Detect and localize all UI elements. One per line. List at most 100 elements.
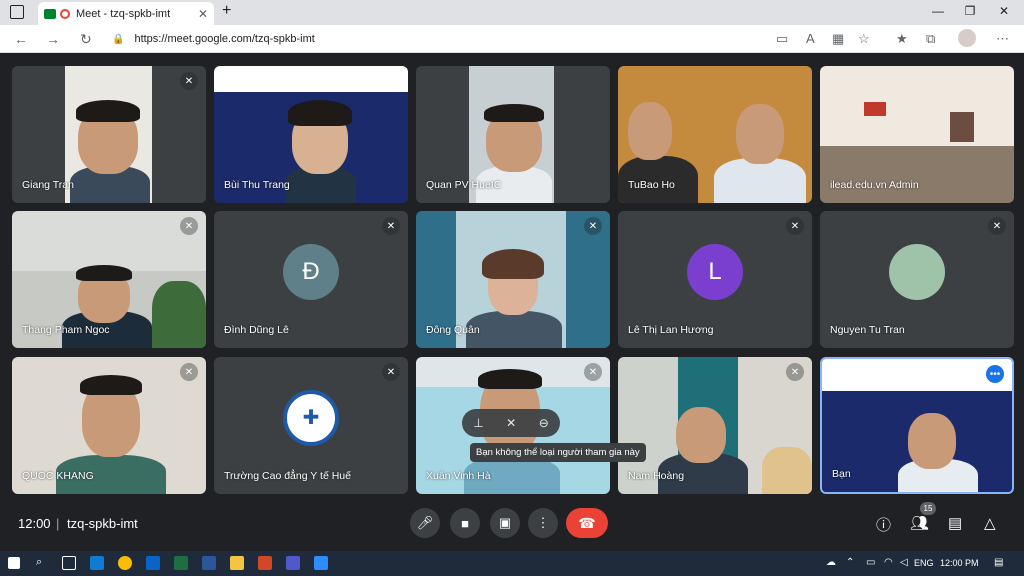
participant-count-badge: 15	[920, 502, 936, 515]
excel-icon[interactable]	[174, 556, 188, 570]
collections-icon[interactable]: ⧉	[926, 31, 935, 47]
activities-icon[interactable]: △	[984, 514, 996, 532]
meeting-info-icon[interactable]: ⓘ	[876, 514, 891, 535]
participant-name: TuBao Ho	[628, 179, 675, 191]
address-bar: ← → ↻ 🔒 https://meet.google.com/tzq-spkb…	[0, 25, 1024, 53]
tile-hover-controls: ⊥ ✕ ⊖	[462, 409, 560, 437]
mic-off-icon: ✕	[584, 217, 602, 235]
participant-name: Nam Hoàng	[628, 470, 685, 482]
minimize-icon[interactable]: —	[924, 4, 952, 18]
more-menu-icon[interactable]: ⋯	[996, 31, 1009, 47]
participant-tile[interactable]: ✕ Nam Hoàng	[618, 357, 812, 494]
participant-name: Giang Tran	[22, 179, 74, 191]
participant-tile[interactable]: ✕ QUOC KHANG	[12, 357, 206, 494]
lock-icon: 🔒	[112, 33, 125, 45]
tooltip: Bạn không thể loại người tham gia này	[470, 443, 646, 462]
participant-name: ilead.edu.vn Admin	[830, 179, 919, 191]
taskbar-clock[interactable]: 12:00 PM	[940, 558, 979, 568]
profile-avatar[interactable]	[958, 29, 976, 47]
task-view-icon[interactable]	[62, 556, 76, 570]
meeting-code: tzq-spkb-imt	[67, 516, 138, 531]
more-options-button[interactable]: ⋮	[528, 508, 558, 538]
chrome-icon[interactable]	[118, 556, 132, 570]
present-button[interactable]: ▣	[490, 508, 520, 538]
participant-tile[interactable]: L ✕ Lê Thị Lan Hương	[618, 211, 812, 348]
participant-tile[interactable]: Bùi Thu Trang	[214, 66, 408, 203]
teams-icon[interactable]	[286, 556, 300, 570]
more-options-icon[interactable]: •••	[986, 365, 1004, 383]
edge-icon[interactable]	[90, 556, 104, 570]
participant-tile[interactable]: ✕ Thang Pham Ngoc	[12, 211, 206, 348]
pin-icon[interactable]: ⊥	[473, 416, 483, 430]
close-window-icon[interactable]: ✕	[990, 4, 1018, 18]
participant-avatar: Đ	[283, 243, 339, 300]
leave-call-button[interactable]: ☎	[566, 508, 608, 538]
qr-icon[interactable]: ▦	[832, 31, 844, 47]
record-icon	[60, 8, 70, 19]
microphone-button[interactable]: 🎤︎	[410, 508, 440, 538]
new-tab-icon[interactable]: +	[222, 2, 231, 20]
read-aloud-icon[interactable]: A	[806, 31, 815, 46]
back-icon[interactable]: ←	[14, 31, 28, 47]
wifi-icon[interactable]: ◠	[884, 557, 893, 568]
chat-icon[interactable]: ▤	[948, 514, 962, 532]
camera-icon[interactable]: ▭	[776, 31, 788, 47]
mic-off-icon: ✕	[584, 363, 602, 381]
meeting-grid: ✕ Giang Tran Bùi Thu Trang Quan PV HueIC…	[0, 53, 1024, 551]
remove-participant-icon[interactable]: ⊖	[539, 416, 549, 430]
forward-icon[interactable]: →	[46, 31, 60, 47]
mic-off-icon: ✕	[180, 217, 198, 235]
participant-name: Nguyen Tu Tran	[830, 324, 905, 336]
participant-tile[interactable]: ilead.edu.vn Admin	[820, 66, 1014, 203]
outlook-icon[interactable]	[146, 556, 160, 570]
meet-favicon-icon	[44, 8, 56, 19]
mute-participant-icon[interactable]: ✕	[506, 416, 516, 430]
url-field[interactable]: 🔒 https://meet.google.com/tzq-spkb-imt	[112, 29, 762, 49]
notifications-icon[interactable]: ▤	[994, 557, 1003, 568]
volume-icon[interactable]: ◁	[900, 557, 908, 568]
meeting-time: 12:00	[18, 516, 51, 531]
search-icon[interactable]: ⌕	[36, 556, 50, 570]
participant-tile[interactable]: Đ ✕ Đình Dũng Lê	[214, 211, 408, 348]
zoom-icon[interactable]	[314, 556, 328, 570]
windows-taskbar: ⌕ ☁ ⌃ ▭ ◠ ◁ ENG 12:00 PM ▤	[0, 551, 1024, 576]
self-tile[interactable]: ••• Bạn	[820, 357, 1014, 494]
powerpoint-icon[interactable]	[258, 556, 272, 570]
camera-button[interactable]: ■	[450, 508, 480, 538]
file-explorer-icon[interactable]	[230, 556, 244, 570]
participant-name: Lê Thị Lan Hương	[628, 324, 714, 336]
participant-tile[interactable]: ✚ ✕ Trường Cao đẳng Y tế Huế	[214, 357, 408, 494]
participant-avatar	[889, 243, 945, 300]
word-icon[interactable]	[202, 556, 216, 570]
meeting-controls-bar: 12:00 | tzq-spkb-imt 🎤︎ ■ ▣ ⋮ ☎ ⓘ 👥︎ 15 …	[0, 498, 1024, 551]
people-icon[interactable]: 👥︎	[910, 514, 929, 532]
network-icon[interactable]: ▭	[866, 557, 875, 568]
browser-tab-bar: Meet - tzq-spkb-imt ✕ + — ❐ ✕	[0, 0, 1024, 25]
restore-icon[interactable]: ❐	[956, 4, 984, 18]
separator: |	[56, 516, 60, 531]
participant-avatar: L	[687, 243, 743, 300]
mic-off-icon: ✕	[180, 363, 198, 381]
input-language[interactable]: ENG	[914, 558, 934, 568]
participant-tile[interactable]: Quan PV HueIC	[416, 66, 610, 203]
mic-off-icon: ✕	[786, 217, 804, 235]
favorite-icon[interactable]: ☆	[858, 31, 870, 47]
school-logo: ✚	[283, 389, 339, 446]
close-tab-icon[interactable]: ✕	[198, 7, 208, 21]
mic-off-icon: ✕	[382, 363, 400, 381]
reload-icon[interactable]: ↻	[80, 31, 92, 48]
tray-chevron-icon[interactable]: ⌃	[846, 557, 854, 568]
participant-name: Bạn	[832, 468, 851, 480]
participant-tile[interactable]: TuBao Ho	[618, 66, 812, 203]
start-icon[interactable]	[8, 557, 20, 569]
participant-tile[interactable]: ✕ Nguyen Tu Tran	[820, 211, 1014, 348]
participant-tile[interactable]: ✕ Giang Tran	[12, 66, 206, 203]
participant-name: Quan PV HueIC	[426, 179, 502, 191]
participant-tile[interactable]: ✕ Đông Quân	[416, 211, 610, 348]
browser-tab[interactable]: Meet - tzq-spkb-imt ✕	[38, 2, 214, 25]
mic-off-icon: ✕	[180, 72, 198, 90]
participant-name: Trường Cao đẳng Y tế Huế	[224, 470, 351, 482]
weather-icon[interactable]: ☁	[826, 557, 836, 568]
tab-actions-icon[interactable]	[10, 5, 24, 19]
favorites-icon[interactable]: ★	[896, 31, 908, 47]
